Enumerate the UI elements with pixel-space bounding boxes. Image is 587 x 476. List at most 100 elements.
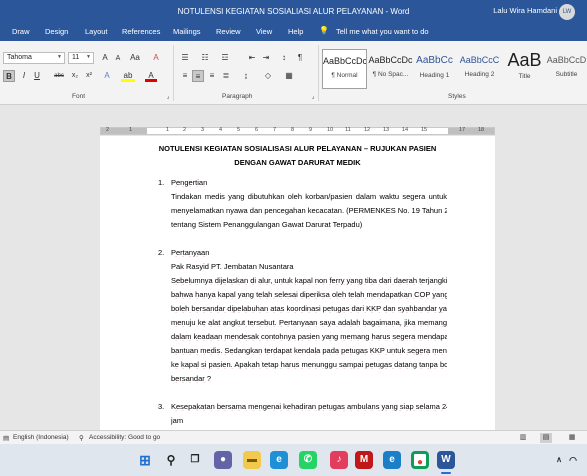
windows-start-icon[interactable]: ⊞ <box>136 451 154 469</box>
style-no-spacing[interactable]: AaBbCcDc ¶ No Spac... <box>368 49 413 89</box>
font-name-box[interactable]: Tahoma ▼ <box>3 52 65 64</box>
paragraph-line: boleh bersandar dipelabuhan atas koordin… <box>171 304 447 313</box>
shading-button[interactable]: ◇ <box>262 70 274 82</box>
edge-icon[interactable]: e <box>270 451 288 469</box>
wifi-icon[interactable]: ◠ <box>566 451 580 469</box>
style-normal[interactable]: AaBbCcDc ¶ Normal <box>322 49 367 89</box>
superscript-button[interactable]: x² <box>83 70 95 82</box>
italic-button[interactable]: I <box>18 70 30 82</box>
justify-button[interactable]: ≣ <box>220 70 232 82</box>
document-heading: DENGAN GAWAT DARURAT MEDIK <box>234 158 361 167</box>
section-title: Pertanyaan <box>171 248 210 257</box>
paragraph-line: menuju ke alat angkut tersebut. Pertanya… <box>171 318 447 327</box>
highlight-button[interactable]: ab <box>121 70 135 82</box>
accessibility-icon: ⚲ <box>79 435 84 442</box>
grow-font-button[interactable]: A <box>99 52 111 64</box>
ribbon: Tahoma ▼ 11 ▼ A A Aa A B I U abc x₂ x² A… <box>0 41 587 105</box>
paragraph-line: Sebelumnya dijelaskan di alur, untuk kap… <box>171 276 447 285</box>
music-icon[interactable]: ♪ <box>330 451 348 469</box>
proofing-icon[interactable]: ▤ <box>3 434 9 442</box>
align-center-button[interactable]: ≡ <box>192 70 204 82</box>
avatar[interactable]: LW <box>559 4 575 20</box>
ruler-number: 9 <box>309 127 313 133</box>
web-layout-button[interactable]: ▦ <box>566 433 578 443</box>
paragraph-line: ke kapal si pasien. Apakah tetap harus m… <box>171 360 447 369</box>
change-case-button[interactable]: Aa <box>127 52 143 64</box>
edge-icon[interactable]: e <box>383 451 401 469</box>
paragraph-line: bahwa hanya kapal yang telah selesai dip… <box>171 290 447 299</box>
line-spacing-button[interactable]: ↨ <box>240 70 252 82</box>
task-view-icon[interactable]: ❐ <box>186 451 204 469</box>
clear-formatting-button[interactable]: A <box>150 52 162 64</box>
styles-group-label: Styles <box>448 93 466 100</box>
ruler-number: 11 <box>345 127 351 133</box>
ruler-number: 15 <box>421 127 428 133</box>
user-name[interactable]: Lalu Wira Hamdani <box>493 6 557 15</box>
underline-button[interactable]: U <box>31 70 43 82</box>
increase-indent-button[interactable]: ⇥ <box>260 52 272 64</box>
align-right-button[interactable]: ≡ <box>206 70 218 82</box>
strikethrough-button[interactable]: abc <box>52 70 66 82</box>
text-effects-button[interactable]: A <box>101 70 113 82</box>
show-marks-button[interactable]: ¶ <box>294 52 306 64</box>
sort-button[interactable]: ↕ <box>278 52 290 64</box>
paragraph-group-label: Paragraph <box>222 93 253 100</box>
ruler-number: 7 <box>273 127 277 133</box>
tab-layout[interactable]: Layout <box>85 27 108 36</box>
chrome-icon[interactable]: ● <box>411 451 429 469</box>
font-color-button[interactable]: A <box>145 70 157 82</box>
accessibility-status[interactable]: Accessibility: Good to go <box>89 434 160 441</box>
chevron-down-icon: ▼ <box>57 54 62 60</box>
paragraph-line: jam <box>171 416 184 425</box>
language-status[interactable]: English (Indonesia) <box>13 434 69 441</box>
font-size-box[interactable]: 11 ▼ <box>68 52 94 64</box>
paragraph-line: Kesepakatan bersama mengenai kehadiran p… <box>171 402 447 411</box>
document-page[interactable]: NOTULENSI KEGIATAN SOSIALISASI ALUR PELA… <box>100 136 495 430</box>
font-size-value: 11 <box>72 54 80 61</box>
whatsapp-icon[interactable]: ✆ <box>299 451 317 469</box>
file-explorer-icon[interactable]: ▬ <box>243 451 261 469</box>
bullets-button[interactable]: ☰ <box>179 52 191 64</box>
borders-button[interactable]: ▦ <box>283 70 295 82</box>
font-group-label: Font <box>72 93 86 100</box>
multilevel-list-button[interactable]: ☲ <box>219 52 231 64</box>
word-icon[interactable]: W <box>437 451 455 469</box>
ribbon-tabs: Draw Design Layout References Mailings R… <box>0 24 587 41</box>
bold-button[interactable]: B <box>3 70 15 82</box>
active-app-indicator <box>441 472 451 474</box>
ruler-number: 12 <box>364 127 371 133</box>
tab-view[interactable]: View <box>256 27 272 36</box>
shrink-font-button[interactable]: A <box>112 53 124 65</box>
tab-draw[interactable]: Draw <box>12 27 30 36</box>
mcafee-icon[interactable]: M <box>355 451 373 469</box>
ruler-number: 18 <box>478 127 485 133</box>
style-subtitle[interactable]: AaBbCcD Subtitle <box>546 49 587 89</box>
ruler-number: 1 <box>166 127 170 133</box>
status-bar: ▤ English (Indonesia) ⚲ Accessibility: G… <box>0 430 587 444</box>
ruler-number: 10 <box>327 127 334 133</box>
tab-mailings[interactable]: Mailings <box>173 27 201 36</box>
chat-icon[interactable]: ● <box>214 451 232 469</box>
subscript-button[interactable]: x₂ <box>69 70 81 82</box>
decrease-indent-button[interactable]: ⇤ <box>246 52 258 64</box>
numbering-button[interactable]: ☷ <box>199 52 211 64</box>
paragraph-line: dalam keadaan mendesak contohnya pasien … <box>171 332 447 341</box>
list-number: 2. <box>158 248 165 257</box>
print-layout-button[interactable]: ▤ <box>540 433 552 443</box>
tab-design[interactable]: Design <box>45 27 68 36</box>
align-left-button[interactable]: ≡ <box>179 70 191 82</box>
style-heading-2[interactable]: AaBbCcC Heading 2 <box>457 49 502 89</box>
style-heading-1[interactable]: AaBbCc Heading 1 <box>412 49 457 89</box>
tab-help[interactable]: Help <box>288 27 303 36</box>
tab-references[interactable]: References <box>122 27 160 36</box>
tab-review[interactable]: Review <box>216 27 241 36</box>
search-icon[interactable]: ⚲ <box>162 451 180 469</box>
horizontal-ruler[interactable]: 2 1 1 2 3 4 5 6 7 8 9 10 11 12 13 14 15 … <box>100 127 495 135</box>
document-heading: NOTULENSI KEGIATAN SOSIALISASI ALUR PELA… <box>158 144 437 153</box>
ruler-number: 3 <box>201 127 205 133</box>
read-mode-button[interactable]: ▥ <box>517 433 529 443</box>
ruler-number: 2 <box>106 127 110 133</box>
style-title[interactable]: AaB Title <box>502 49 547 89</box>
tell-me-search[interactable]: Tell me what you want to do <box>336 27 429 36</box>
chevron-down-icon: ▼ <box>86 54 91 60</box>
